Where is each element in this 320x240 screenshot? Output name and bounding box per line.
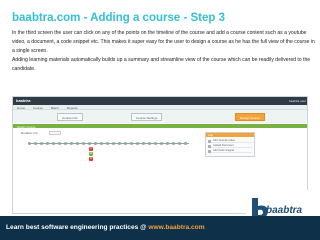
timeline-point[interactable]: [52, 141, 55, 145]
slide-paragraph: Adding learning materials automatically …: [12, 57, 311, 72]
timeline-point[interactable]: [166, 141, 169, 145]
footer-prefix: Learn best software engineering practice…: [6, 223, 147, 231]
timeline-point[interactable]: [64, 141, 67, 145]
popup-header: Add: [206, 133, 254, 137]
wizard-tabs: Course Info Course Settings Design Cours…: [13, 110, 307, 123]
timeline-point[interactable]: [130, 141, 133, 145]
slide-paragraph: In the third screen the user can click o…: [12, 30, 315, 54]
timeline-badge[interactable]: 1: [89, 147, 93, 151]
footer-bar: Learn best software engineering practice…: [0, 216, 320, 240]
timeline-point[interactable]: [112, 141, 115, 145]
timeline-point[interactable]: [34, 141, 37, 145]
course-field-input[interactable]: [49, 130, 61, 135]
app-user-name[interactable]: baabtra user: [289, 99, 306, 103]
footer-url-link[interactable]: www.baabtra.com: [148, 224, 204, 231]
section-label: Design Course: [17, 124, 36, 129]
code-icon: [208, 149, 211, 153]
popup-item-label: Add Youtube Video: [213, 139, 236, 142]
timeline-point[interactable]: [148, 141, 151, 145]
brand-name: baabtra: [266, 205, 303, 216]
popup-item-document[interactable]: Upload Document: [208, 144, 252, 148]
menu-item-home[interactable]: Home: [17, 106, 25, 110]
video-icon: [208, 139, 211, 143]
slide-title: baabtra.com - Adding a course - Step 3: [12, 12, 226, 24]
slide: baabtra.com - Adding a course - Step 3 I…: [0, 0, 320, 240]
app-top-bar: baabtra baabtra user: [13, 97, 307, 105]
add-content-popup: Add Add Youtube Video Upload Document Ad…: [205, 132, 255, 157]
timeline-point[interactable]: [124, 141, 127, 145]
timeline-point[interactable]: [46, 141, 49, 145]
course-field-label: Duration (in): [21, 131, 38, 135]
slide-body: In the third screen the user can click o…: [12, 29, 318, 74]
timeline-point[interactable]: [142, 141, 145, 145]
timeline-badge[interactable]: 3: [89, 157, 93, 161]
section-header-bar: [13, 124, 307, 128]
timeline-badge[interactable]: 2: [89, 152, 93, 156]
timeline-point[interactable]: [160, 141, 163, 145]
timeline-point[interactable]: [28, 141, 31, 145]
popup-item-label: Upload Document: [213, 144, 234, 147]
timeline-point[interactable]: [82, 141, 85, 145]
timeline-point[interactable]: [70, 141, 73, 145]
timeline-point[interactable]: [76, 141, 79, 145]
timeline-point[interactable]: [136, 141, 139, 145]
tab-design-course[interactable]: Design Course: [235, 113, 265, 121]
timeline-point[interactable]: [88, 141, 91, 145]
app-logo[interactable]: baabtra: [16, 98, 30, 103]
timeline-point[interactable]: [94, 141, 97, 145]
footer-text: Learn best software engineering practice…: [6, 224, 205, 231]
menu-item-course[interactable]: Course: [33, 106, 43, 110]
menu-item-batch[interactable]: Batch: [51, 106, 59, 110]
timeline-point[interactable]: [118, 141, 121, 145]
popup-item-label: Add Code Snippet: [213, 149, 235, 152]
timeline-point[interactable]: [154, 141, 157, 145]
timeline-point[interactable]: [184, 141, 187, 145]
popup-item-youtube[interactable]: Add Youtube Video: [208, 139, 252, 143]
popup-item-code[interactable]: Add Code Snippet: [208, 149, 252, 153]
timeline-point[interactable]: [40, 141, 43, 145]
timeline-point[interactable]: [100, 141, 103, 145]
tab-course-settings[interactable]: Course Settings: [131, 113, 163, 121]
timeline-point[interactable]: [58, 141, 61, 145]
menu-item-reports[interactable]: Reports: [67, 106, 78, 110]
timeline-point[interactable]: [178, 141, 181, 145]
document-icon: [208, 144, 211, 148]
tab-course-info[interactable]: Course Info: [57, 113, 83, 121]
timeline-point[interactable]: [172, 141, 175, 145]
timeline-point[interactable]: [106, 141, 109, 145]
